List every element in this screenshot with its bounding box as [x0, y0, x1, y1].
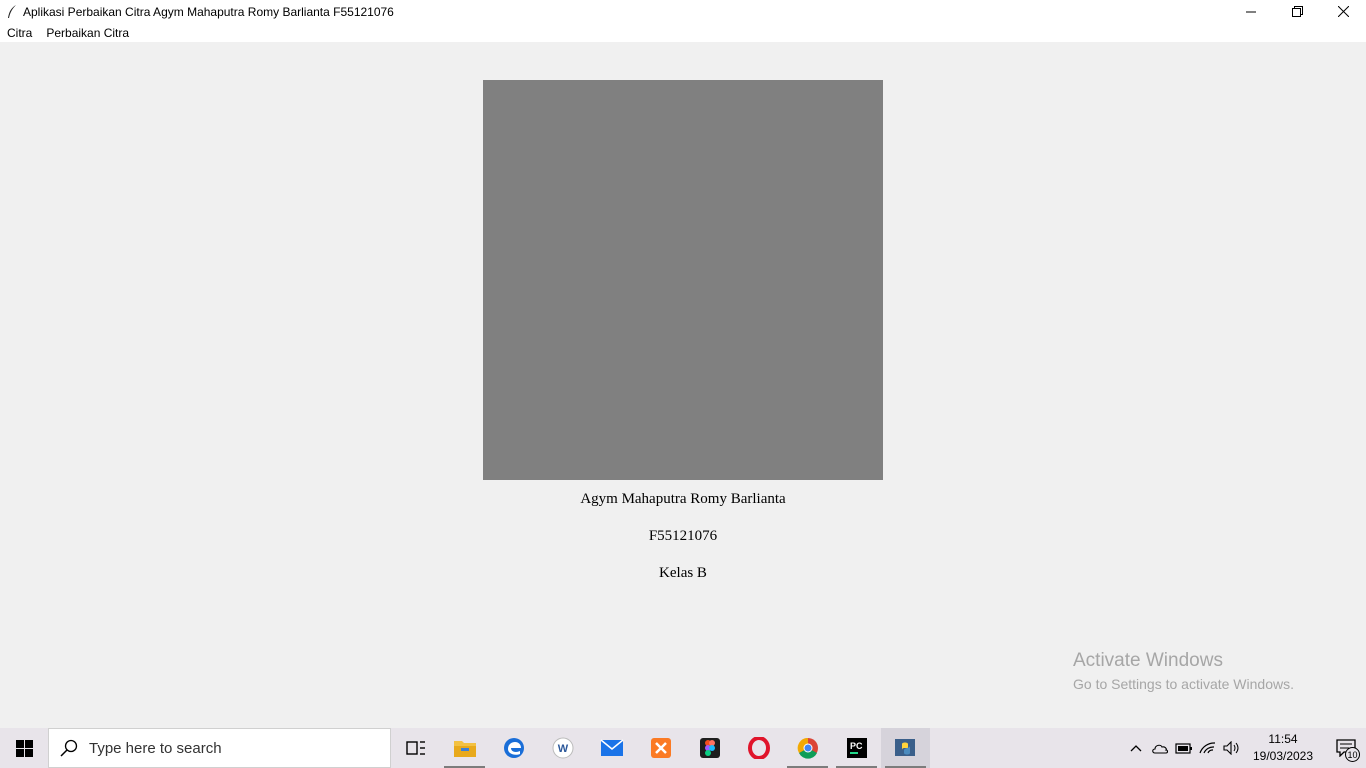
show-hidden-icons-button[interactable]	[1124, 728, 1148, 768]
taskbar-figma[interactable]	[685, 728, 734, 768]
menu-citra[interactable]: Citra	[0, 26, 39, 40]
notification-count-badge: 10	[1345, 747, 1360, 762]
speaker-icon	[1223, 741, 1239, 755]
task-view-button[interactable]	[391, 728, 440, 768]
close-button[interactable]	[1320, 0, 1366, 23]
network-button[interactable]	[1196, 728, 1220, 768]
action-center-button[interactable]: 10	[1326, 728, 1366, 768]
windows-logo-icon	[15, 739, 33, 757]
taskbar-clock[interactable]: 11:54 19/03/2023	[1248, 731, 1318, 765]
svg-text:PC: PC	[850, 741, 863, 751]
xampp-icon	[650, 738, 671, 758]
taskbar-python[interactable]	[881, 728, 930, 768]
volume-button[interactable]	[1220, 728, 1244, 768]
main-content: Agym Mahaputra Romy Barlianta F55121076 …	[0, 42, 1366, 728]
activation-watermark-subtitle: Go to Settings to activate Windows.	[1073, 676, 1294, 692]
system-tray: 11:54 19/03/2023 10	[1124, 728, 1366, 768]
chevron-up-icon	[1130, 745, 1142, 752]
wifi-icon	[1199, 742, 1216, 754]
taskbar-search[interactable]: Type here to search	[48, 728, 391, 768]
class-label: Kelas B	[659, 565, 707, 581]
restore-button[interactable]	[1274, 0, 1320, 23]
feather-icon	[4, 4, 20, 20]
python-icon	[894, 739, 915, 756]
minimize-button[interactable]	[1228, 0, 1274, 23]
taskbar-opera[interactable]	[734, 728, 783, 768]
start-button[interactable]	[0, 728, 48, 768]
restore-icon	[1291, 6, 1303, 17]
taskbar: Type here to search W PC 11:54 19/03/202…	[0, 728, 1366, 768]
edge-icon	[503, 738, 524, 758]
student-id: F55121076	[648, 528, 718, 544]
taskbar-pycharm[interactable]: PC	[832, 728, 881, 768]
minimize-icon	[1246, 11, 1256, 12]
chrome-icon	[797, 737, 818, 759]
title-bar: Aplikasi Perbaikan Citra Agym Mahaputra …	[0, 0, 1366, 23]
search-placeholder: Type here to search	[89, 739, 222, 757]
taskbar-xampp[interactable]	[636, 728, 685, 768]
battery-button[interactable]	[1172, 728, 1196, 768]
taskbar-word[interactable]: W	[538, 728, 587, 768]
taskbar-mail[interactable]	[587, 728, 636, 768]
image-display	[483, 80, 883, 480]
menu-perbaikan-citra[interactable]: Perbaikan Citra	[39, 26, 136, 40]
file-explorer-icon	[453, 741, 476, 757]
pycharm-icon: PC	[846, 738, 867, 758]
activation-watermark-title: Activate Windows	[1073, 650, 1223, 671]
opera-icon	[747, 737, 770, 759]
taskbar-edge[interactable]	[489, 728, 538, 768]
close-icon	[1337, 6, 1349, 17]
window-controls	[1228, 0, 1366, 23]
menu-bar: Citra Perbaikan Citra	[0, 23, 1366, 42]
window-title: Aplikasi Perbaikan Citra Agym Mahaputra …	[23, 4, 394, 19]
task-view-icon	[405, 741, 425, 755]
word-icon: W	[552, 737, 573, 759]
clock-date: 19/03/2023	[1252, 749, 1314, 763]
taskbar-chrome[interactable]	[783, 728, 832, 768]
figma-icon	[699, 738, 720, 758]
onedrive-button[interactable]	[1148, 728, 1172, 768]
battery-icon	[1175, 743, 1192, 754]
cloud-icon	[1152, 744, 1169, 754]
mail-icon	[600, 739, 623, 756]
student-name: Agym Mahaputra Romy Barlianta	[580, 491, 786, 507]
svg-text:W: W	[557, 743, 568, 755]
search-icon	[49, 739, 89, 757]
taskbar-file-explorer[interactable]	[440, 728, 489, 768]
clock-time: 11:54	[1268, 732, 1298, 746]
